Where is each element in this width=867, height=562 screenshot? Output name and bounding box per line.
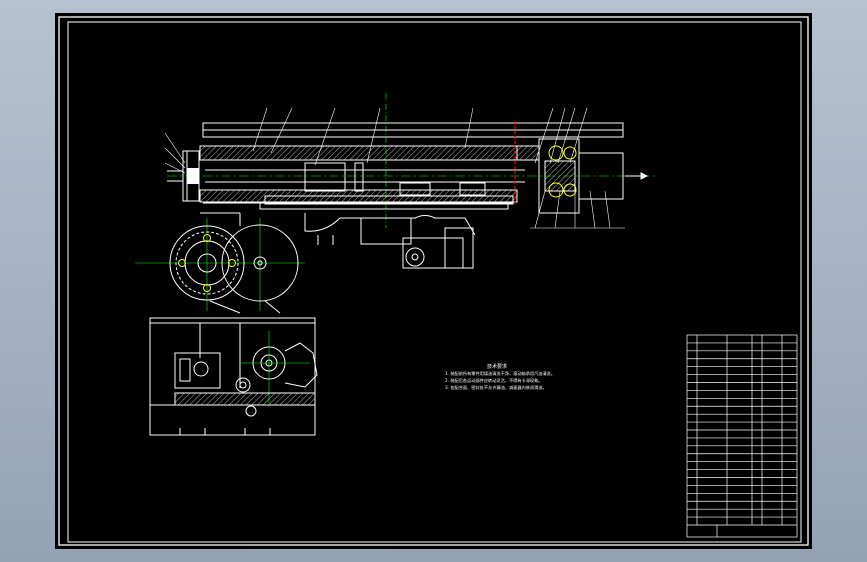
notes-line-2: 2. 装配后各运动部件应转动灵活，不得有卡滞现象。 <box>445 377 542 384</box>
inner-border <box>67 21 802 543</box>
end-view <box>135 212 305 314</box>
drawing-viewport[interactable]: 技术要求 1. 装配前所有零件用煤油清洗干净，滚动轴承用汽油清洗。 2. 装配后… <box>55 13 812 549</box>
side-view <box>149 317 318 436</box>
outer-border <box>58 16 809 546</box>
main-section-view <box>167 93 655 269</box>
technical-notes: 技术要求 1. 装配前所有零件用煤油清洗干净，滚动轴承用汽油清洗。 2. 装配后… <box>445 363 555 391</box>
notes-line-3: 3. 各配合面、密封处不允许漏油，减速器内装润滑油。 <box>445 384 547 391</box>
title-block <box>686 334 798 538</box>
title-block-rows <box>687 342 797 518</box>
cad-drawing: 技术要求 1. 装配前所有零件用煤油清洗干净，滚动轴承用汽油清洗。 2. 装配后… <box>58 16 809 546</box>
notes-heading: 技术要求 <box>487 363 507 370</box>
notes-line-1: 1. 装配前所有零件用煤油清洗干净，滚动轴承用汽油清洗。 <box>445 370 555 377</box>
